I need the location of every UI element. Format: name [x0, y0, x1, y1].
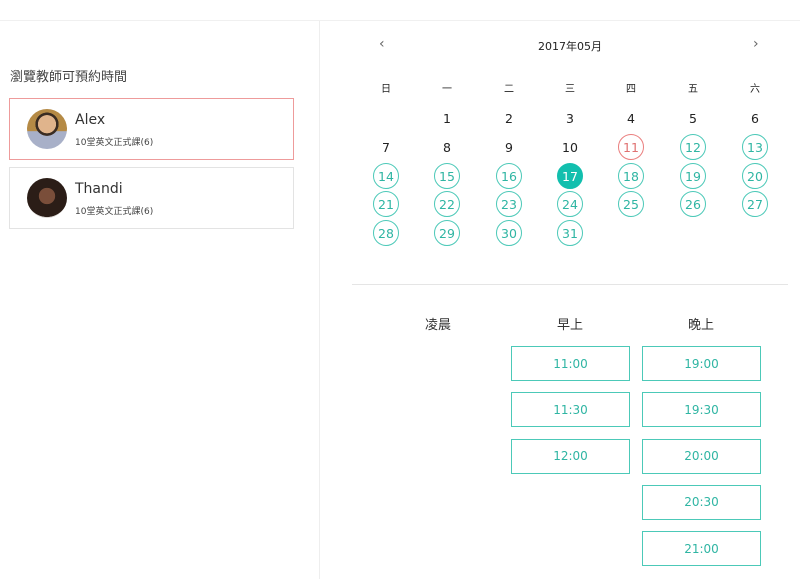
calendar-day-5: 5: [689, 110, 697, 126]
calendar-day-27[interactable]: 27: [742, 191, 768, 217]
calendar-day-12[interactable]: 12: [680, 134, 706, 160]
calendar-day-22[interactable]: 22: [434, 191, 460, 217]
time-slot-button[interactable]: 21:00: [642, 531, 761, 567]
calendar-day-28[interactable]: 28: [373, 220, 399, 246]
teacher-name: Alex: [75, 112, 106, 128]
period-header: 早上: [556, 318, 583, 333]
period-header: 凌晨: [424, 318, 451, 333]
calendar-day-20[interactable]: 20: [742, 163, 768, 189]
time-slot-button[interactable]: 12:00: [511, 438, 630, 474]
calendar-day-8: 8: [443, 139, 451, 155]
weekday-header: 二: [504, 83, 514, 95]
teacher-card-thandi[interactable]: Thandi 10堂英文正式課(6): [9, 167, 294, 229]
teacher-course: 10堂英文正式課(6): [75, 138, 154, 148]
avatar: [27, 178, 67, 218]
weekday-header: 日: [381, 83, 391, 95]
teacher-course: 10堂英文正式課(6): [75, 207, 154, 217]
month-title: 2017年05月: [538, 40, 602, 53]
divider: [352, 284, 788, 285]
calendar-day-6: 6: [751, 110, 759, 126]
calendar-day-13[interactable]: 13: [742, 134, 768, 160]
calendar-day-31[interactable]: 31: [557, 220, 583, 246]
teacher-card-alex[interactable]: Alex 10堂英文正式課(6): [9, 98, 294, 160]
calendar-day-9: 9: [505, 139, 513, 155]
time-slot-button[interactable]: 20:30: [642, 484, 761, 520]
calendar-day-21[interactable]: 21: [373, 191, 399, 217]
calendar-day-16[interactable]: 16: [496, 163, 522, 189]
teacher-name: Thandi: [75, 181, 123, 197]
calendar-day-14[interactable]: 14: [373, 163, 399, 189]
calendar-day-4: 4: [627, 110, 635, 126]
avatar: [27, 109, 67, 149]
prev-month-button[interactable]: ‹: [379, 36, 385, 52]
calendar-day-3: 3: [566, 110, 574, 126]
calendar-day-10: 10: [562, 139, 578, 155]
calendar-day-29[interactable]: 29: [434, 220, 460, 246]
calendar-day-25[interactable]: 25: [618, 191, 644, 217]
time-slot-button[interactable]: 11:00: [511, 346, 630, 381]
calendar-day-7: 7: [382, 139, 390, 155]
calendar-day-15[interactable]: 15: [434, 163, 460, 189]
top-bar: [0, 0, 800, 21]
weekday-header: 六: [750, 83, 760, 95]
weekday-header: 一: [442, 83, 452, 95]
teacher-panel: 瀏覽教師可預約時間 Alex 10堂英文正式課(6) Thandi 10堂英文正…: [0, 21, 320, 579]
weekday-header: 三: [565, 83, 575, 95]
panel-title: 瀏覽教師可預約時間: [10, 70, 128, 85]
time-slot-button[interactable]: 20:00: [642, 438, 761, 474]
time-slot-button[interactable]: 19:00: [642, 346, 761, 381]
next-month-button[interactable]: ›: [753, 36, 759, 52]
calendar-day-11[interactable]: 11: [618, 134, 644, 160]
time-slot-button[interactable]: 19:30: [642, 392, 761, 428]
calendar-day-18[interactable]: 18: [618, 163, 644, 189]
calendar-day-19[interactable]: 19: [680, 163, 706, 189]
calendar-day-1: 1: [443, 110, 451, 126]
weekday-header: 五: [688, 83, 698, 95]
calendar-day-17[interactable]: 17: [557, 163, 583, 189]
calendar-day-24[interactable]: 24: [557, 191, 583, 217]
weekday-header: 四: [626, 83, 636, 95]
calendar-day-30[interactable]: 30: [496, 220, 522, 246]
period-header: 晚上: [687, 318, 714, 333]
time-slot-button[interactable]: 11:30: [511, 392, 630, 428]
calendar-day-23[interactable]: 23: [496, 191, 522, 217]
calendar-day-2: 2: [505, 110, 513, 126]
calendar-day-26[interactable]: 26: [680, 191, 706, 217]
